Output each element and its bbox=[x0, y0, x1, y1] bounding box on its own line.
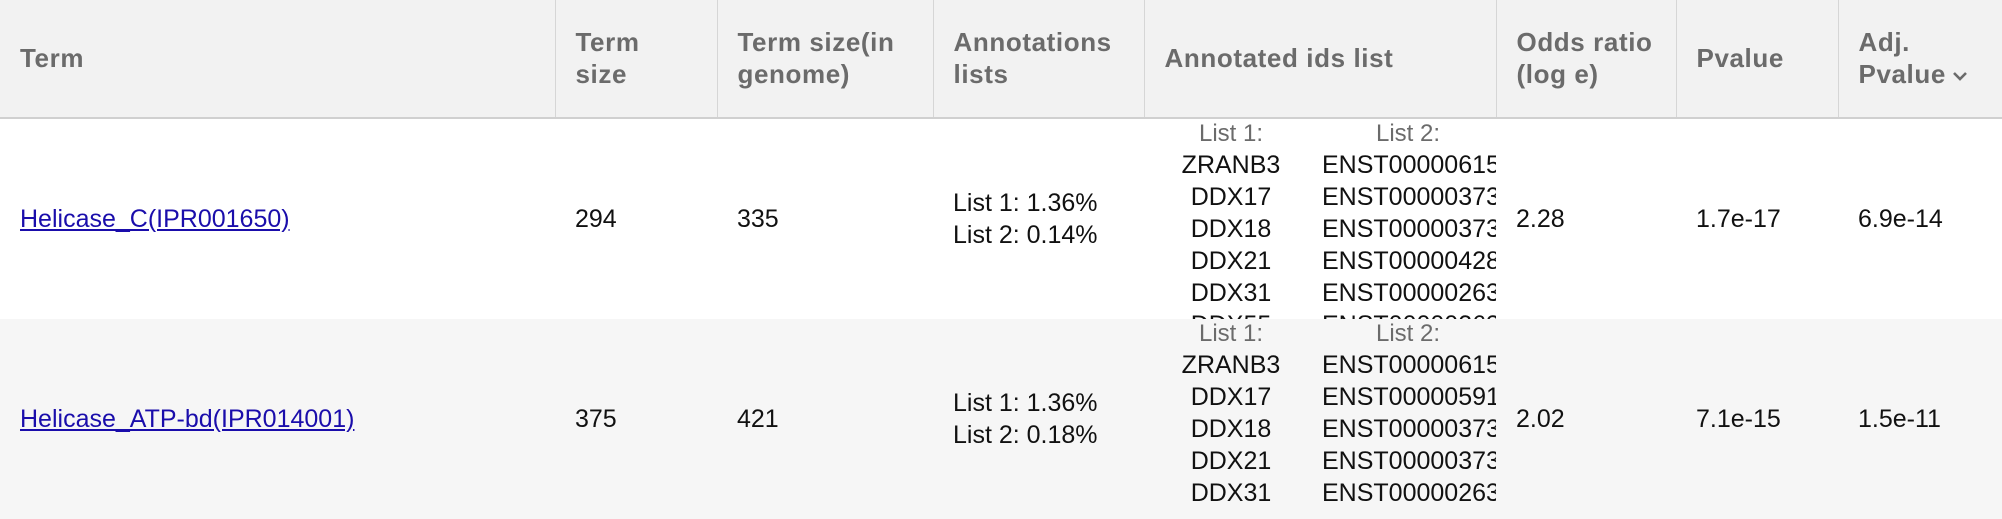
header-annotations-lists[interactable]: Annotations lists bbox=[933, 0, 1145, 119]
header-annotated-ids[interactable]: Annotated ids list bbox=[1144, 0, 1497, 119]
adj-pvalue-cell: 6.9e-14 bbox=[1838, 118, 2002, 319]
annotations-cell: List 1: 1.36% List 2: 0.14% bbox=[933, 118, 1144, 319]
list1-id: DDX18 bbox=[1190, 415, 1272, 443]
annotated-ids-cell: List 1: ZRANB3 DDX17 DDX18 DDX21 DDX31 D… bbox=[1144, 118, 1496, 319]
list2-id: ENST00000263 bbox=[1322, 309, 1496, 319]
pvalue-cell: 1.7e-17 bbox=[1676, 118, 1838, 319]
list1-id: DDX18 bbox=[1190, 215, 1272, 243]
list1-label: List 1: bbox=[1198, 320, 1264, 347]
list2-id: ENST00000373 bbox=[1322, 447, 1496, 475]
list1-label: List 1: bbox=[1198, 120, 1264, 147]
list2-id: ENST00000428 bbox=[1322, 247, 1496, 275]
annotation-list1: List 1: 1.36% bbox=[953, 189, 1098, 217]
term-cell: Helicase_C(IPR001650) bbox=[0, 118, 555, 319]
term-size-genome-cell: 335 bbox=[717, 118, 933, 319]
list1-id: DDX31 bbox=[1190, 479, 1272, 507]
table-row: Helicase_C(IPR001650) 294 335 List 1: 1.… bbox=[0, 118, 2002, 319]
header-odds-ratio[interactable]: Odds ratio (log e) bbox=[1496, 0, 1677, 119]
list2-id: ENST00000615 bbox=[1322, 151, 1496, 179]
list2-id: ENST00000263 bbox=[1322, 279, 1496, 307]
list1-id: DDX31 bbox=[1190, 279, 1272, 307]
table-header: Term Term size Term size(in genome) Anno… bbox=[0, 0, 2002, 119]
table-row: Helicase_ATP-bd(IPR014001) 375 421 List … bbox=[0, 319, 2002, 519]
odds-ratio-cell: 2.02 bbox=[1496, 319, 1676, 519]
list1-id: DDX17 bbox=[1190, 183, 1272, 211]
list1-id: DDX55 bbox=[1144, 309, 1318, 319]
chevron-down-icon[interactable] bbox=[1952, 69, 1968, 83]
list2-id: ENST00000373 bbox=[1322, 415, 1496, 443]
odds-ratio-cell: 2.28 bbox=[1496, 118, 1676, 319]
pvalue-cell: 7.1e-15 bbox=[1676, 319, 1838, 519]
annotated-ids-cell: List 1: ZRANB3 DDX17 DDX18 DDX21 DDX31 L… bbox=[1144, 319, 1496, 519]
annotations-cell: List 1: 1.36% List 2: 0.18% bbox=[933, 319, 1144, 519]
annotation-list1: List 1: 1.36% bbox=[953, 389, 1098, 417]
list2-id: ENST00000591 bbox=[1322, 383, 1496, 411]
term-link[interactable]: Helicase_C(IPR001650) bbox=[20, 205, 290, 233]
header-adj-pvalue[interactable]: Adj. Pvalue bbox=[1838, 0, 2002, 119]
list2-column: List 2: ENST00000615 ENST00000591 ENST00… bbox=[1318, 319, 1496, 519]
list1-column: List 1: ZRANB3 DDX17 DDX18 DDX21 DDX31 D… bbox=[1144, 119, 1318, 319]
term-link[interactable]: Helicase_ATP-bd(IPR014001) bbox=[20, 405, 354, 433]
list1-id: ZRANB3 bbox=[1181, 151, 1281, 179]
header-pvalue[interactable]: Pvalue bbox=[1676, 0, 1839, 119]
annotation-list2: List 2: 0.14% bbox=[953, 221, 1098, 249]
annotation-list2: List 2: 0.18% bbox=[953, 421, 1098, 449]
list1-id: DDX17 bbox=[1190, 383, 1272, 411]
header-term[interactable]: Term bbox=[0, 0, 556, 119]
list2-column: List 2: ENST00000615 ENST00000373 ENST00… bbox=[1318, 119, 1496, 319]
list2-id: ENST00000373 bbox=[1322, 215, 1496, 243]
list2-label: List 2: bbox=[1376, 320, 1441, 347]
list2-id: ENST00000373 bbox=[1322, 183, 1496, 211]
header-term-size[interactable]: Term size bbox=[555, 0, 718, 119]
list2-label: List 2: bbox=[1376, 120, 1441, 147]
term-size-cell: 294 bbox=[555, 118, 717, 319]
term-cell: Helicase_ATP-bd(IPR014001) bbox=[0, 319, 555, 519]
adj-pvalue-cell: 1.5e-11 bbox=[1838, 319, 2002, 519]
list1-id: DDX21 bbox=[1190, 447, 1272, 475]
list1-id: DDX21 bbox=[1190, 247, 1272, 275]
enrichment-table: Term Term size Term size(in genome) Anno… bbox=[0, 0, 2002, 519]
list1-column: List 1: ZRANB3 DDX17 DDX18 DDX21 DDX31 bbox=[1144, 319, 1318, 519]
ids-scroll-window[interactable]: List 1: ZRANB3 DDX17 DDX18 DDX21 DDX31 L… bbox=[1144, 319, 1496, 519]
header-term-size-genome[interactable]: Term size(in genome) bbox=[717, 0, 934, 119]
ids-scroll-window[interactable]: List 1: ZRANB3 DDX17 DDX18 DDX21 DDX31 D… bbox=[1144, 119, 1496, 319]
list2-id: ENST00000263 bbox=[1322, 479, 1496, 507]
list2-id: ENST00000615 bbox=[1322, 351, 1496, 379]
list1-id: ZRANB3 bbox=[1181, 351, 1281, 379]
term-size-cell: 375 bbox=[555, 319, 717, 519]
term-size-genome-cell: 421 bbox=[717, 319, 933, 519]
header-adj-pvalue-label: Adj. Pvalue bbox=[1858, 27, 1946, 89]
